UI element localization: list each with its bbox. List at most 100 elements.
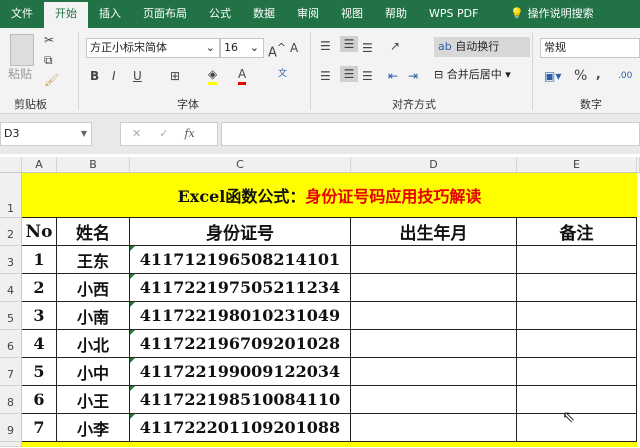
table-cell[interactable] [517,330,637,358]
tab-1[interactable]: 开始 [44,2,88,28]
row-header-3[interactable]: 3 [0,246,22,274]
table-cell[interactable]: 4 [22,330,57,358]
row-header-10[interactable] [0,442,22,447]
align-center-icon[interactable]: ☰ [340,66,358,82]
table-cell[interactable] [517,358,637,386]
table-cell[interactable]: 小王 [57,386,130,414]
name-box[interactable]: D3 ▼ [0,122,92,146]
table-cell[interactable]: 411722198010231049 [130,302,351,330]
wrap-text-button[interactable]: ab 自动换行 [434,37,530,57]
cancel-icon[interactable]: ✕ [132,127,141,140]
table-cell[interactable] [517,274,637,302]
table-cell[interactable]: 小李 [57,414,130,442]
column-header-E[interactable]: E [517,157,637,173]
row-header-5[interactable]: 5 [0,302,22,330]
tab-9[interactable]: WPS PDF [418,0,489,28]
font-color-icon[interactable]: A [238,66,247,85]
currency-icon[interactable]: ▣▾ [544,68,561,84]
table-cell[interactable]: 411722196709201028 [130,330,351,358]
insert-function-button[interactable]: fx [184,127,194,140]
tell-me-search[interactable]: 💡 操作说明搜索 [499,0,604,28]
percent-button[interactable]: % [574,68,587,84]
bold-button[interactable]: B [90,68,99,84]
header-cell[interactable]: 身份证号 [130,218,351,246]
increase-indent-icon[interactable]: ⇥ [408,68,418,84]
table-cell[interactable]: 3 [22,302,57,330]
select-all-corner[interactable] [0,157,22,173]
table-cell[interactable]: 6 [22,386,57,414]
row-header-6[interactable]: 6 [0,330,22,358]
paste-button[interactable]: 粘贴 [8,66,32,82]
row-header-1[interactable]: 1 [0,173,22,218]
tab-3[interactable]: 页面布局 [132,0,198,28]
column-header-A[interactable]: A [22,157,57,173]
row-header-2[interactable]: 2 [0,218,22,246]
merge-center-button[interactable]: ⊟ 合并后居中 ▾ [434,66,511,84]
orientation-icon[interactable]: ↗ [390,38,400,54]
table-cell[interactable]: 小北 [57,330,130,358]
tab-8[interactable]: 帮助 [374,0,418,28]
fill-color-icon[interactable]: ◈ [208,66,218,85]
table-cell[interactable] [351,302,517,330]
number-format-select[interactable]: 常规 [540,38,640,58]
header-cell[interactable]: 出生年月 [351,218,517,246]
align-left-icon[interactable]: ☰ [320,68,331,84]
header-cell[interactable]: 备注 [517,218,637,246]
table-cell[interactable] [517,414,637,442]
row-header-9[interactable]: 9 [0,414,22,442]
cut-icon[interactable]: ✂ [44,32,54,48]
tab-0[interactable]: 文件 [0,0,44,28]
font-name-select[interactable]: 方正小标宋简体 ⌄ [86,38,220,58]
table-cell[interactable] [351,274,517,302]
column-header-B[interactable]: B [57,157,130,173]
align-middle-icon[interactable]: ☰ [340,36,358,52]
font-size-select[interactable]: 16 ⌄ [220,38,264,58]
header-cell[interactable]: No [22,218,57,246]
table-cell[interactable]: 411722199009122034 [130,358,351,386]
increase-font-icon[interactable]: A^ [268,40,286,61]
table-cell[interactable]: 小中 [57,358,130,386]
table-cell[interactable]: 王东 [57,246,130,274]
align-bottom-icon[interactable]: ☰ [362,40,373,56]
table-cell[interactable]: 1 [22,246,57,274]
table-cell[interactable]: 411722197505211234 [130,274,351,302]
table-cell[interactable]: 411722198510084110 [130,386,351,414]
increase-decimal-icon[interactable]: .00 [618,68,632,84]
comma-button[interactable]: , [596,66,601,82]
header-cell[interactable]: 姓名 [57,218,130,246]
tab-7[interactable]: 视图 [330,0,374,28]
row-header-8[interactable]: 8 [0,386,22,414]
decrease-indent-icon[interactable]: ⇤ [388,68,398,84]
table-cell[interactable] [517,302,637,330]
table-cell[interactable] [351,246,517,274]
tab-2[interactable]: 插入 [88,0,132,28]
tab-6[interactable]: 审阅 [286,0,330,28]
column-header-C[interactable]: C [130,157,351,173]
copy-icon[interactable]: ⧉ [44,52,53,68]
row-header-4[interactable]: 4 [0,274,22,302]
table-cell[interactable]: 411712196508214101 [130,246,351,274]
format-painter-icon[interactable]: 🖌 [44,72,59,88]
confirm-icon[interactable]: ✓ [159,127,168,140]
table-cell[interactable] [351,330,517,358]
borders-icon[interactable]: ⊞ [170,68,180,84]
table-cell[interactable]: 411722201109201088 [130,414,351,442]
table-cell[interactable]: 7 [22,414,57,442]
table-cell[interactable]: 2 [22,274,57,302]
table-cell[interactable]: 5 [22,358,57,386]
formula-input[interactable] [221,122,640,146]
column-header-D[interactable]: D [351,157,517,173]
tab-4[interactable]: 公式 [198,0,242,28]
paste-icon[interactable] [10,34,34,66]
align-right-icon[interactable]: ☰ [362,68,373,84]
phonetic-icon[interactable]: 文 [278,66,287,82]
table-cell[interactable] [517,386,637,414]
row-header-7[interactable]: 7 [0,358,22,386]
table-cell[interactable]: 小西 [57,274,130,302]
table-cell[interactable] [351,386,517,414]
align-top-icon[interactable]: ☰ [320,38,331,54]
table-cell[interactable]: 小南 [57,302,130,330]
table-cell[interactable] [517,246,637,274]
underline-button[interactable]: U [133,68,142,84]
decrease-font-icon[interactable]: A [290,40,298,56]
